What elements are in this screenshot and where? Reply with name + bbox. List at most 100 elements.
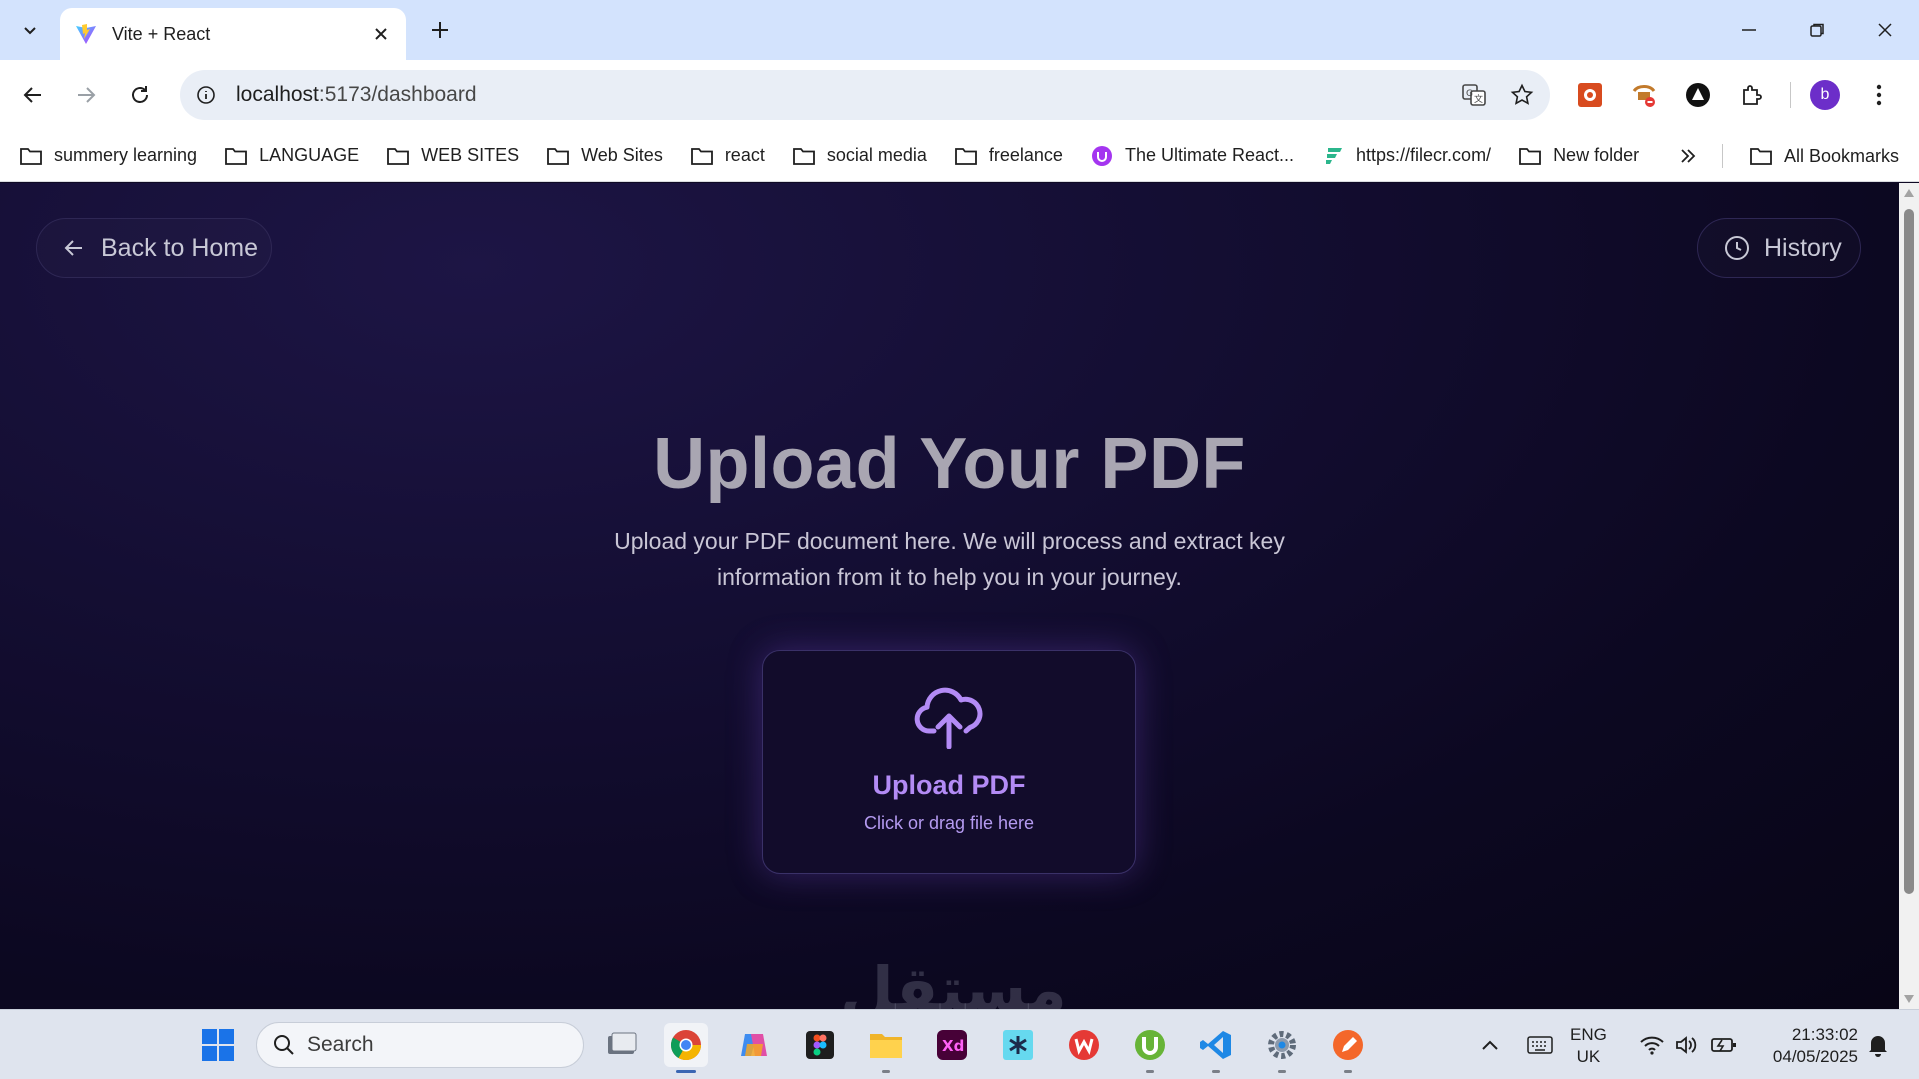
upload-pdf-dropzone[interactable]: Upload PDF Click or drag file here xyxy=(762,650,1136,874)
start-button[interactable] xyxy=(196,1023,240,1067)
app-asterisk-taskbar-icon[interactable] xyxy=(996,1023,1040,1067)
bookmark-star-icon[interactable] xyxy=(1502,75,1542,115)
bookmark-item[interactable]: LANGUAGE xyxy=(223,145,359,167)
utorrent-taskbar-icon[interactable] xyxy=(1128,1023,1172,1073)
browser-menu-button[interactable] xyxy=(1859,75,1899,115)
bookmark-label: react xyxy=(724,145,765,165)
cloud-upload-icon xyxy=(914,687,984,754)
taskbar-clock[interactable]: 21:33:02 04/05/2025 xyxy=(1760,1024,1858,1068)
bookmark-label: https://filecr.com/ xyxy=(1356,145,1492,165)
extensions-puzzle-icon[interactable] xyxy=(1732,75,1772,115)
wps-office-taskbar-icon[interactable] xyxy=(1062,1023,1106,1067)
copilot-taskbar-icon[interactable] xyxy=(732,1023,776,1067)
running-indicator xyxy=(1146,1070,1154,1073)
task-view-icon[interactable] xyxy=(600,1023,644,1067)
bookmark-item[interactable]: https://filecr.com/ xyxy=(1320,145,1491,167)
back-to-home-button[interactable]: Back to Home xyxy=(36,218,272,278)
bookmark-label: The Ultimate React... xyxy=(1124,145,1295,165)
language-indicator[interactable]: ENG UK xyxy=(1570,1024,1607,1068)
settings-taskbar-icon[interactable] xyxy=(1260,1023,1304,1073)
browser-toolbar: localhost:5173/dashboard G文 b xyxy=(0,60,1919,130)
extensions-area: b xyxy=(1570,75,1913,115)
language-line-1: ENG xyxy=(1570,1025,1607,1044)
extension-3-icon[interactable] xyxy=(1678,75,1718,115)
bookmark-label: WEB SITES xyxy=(421,145,520,165)
battery-icon[interactable] xyxy=(1702,1023,1746,1067)
restore-button[interactable] xyxy=(1783,0,1851,60)
svg-text:G: G xyxy=(1466,89,1473,99)
folder-icon xyxy=(385,145,411,167)
tab-strip: Vite + React xyxy=(0,0,1919,60)
notification-bell-icon[interactable] xyxy=(1856,1023,1900,1067)
bookmark-item[interactable]: New folder xyxy=(1517,145,1639,167)
filecr-icon xyxy=(1320,145,1346,167)
adobe-xd-taskbar-icon[interactable]: Xd xyxy=(930,1023,974,1067)
folder-icon xyxy=(1517,145,1543,167)
upload-pdf-hint: Click or drag file here xyxy=(863,813,1035,833)
address-bar[interactable]: localhost:5173/dashboard G文 xyxy=(180,70,1550,120)
bookmark-item[interactable]: freelance xyxy=(953,145,1063,167)
pen-app-taskbar-icon[interactable] xyxy=(1326,1023,1370,1073)
new-tab-button[interactable] xyxy=(424,14,456,46)
clock-time: 21:33:02 xyxy=(1791,1025,1858,1044)
close-window-button[interactable] xyxy=(1851,0,1919,60)
bookmarks-overflow-button[interactable] xyxy=(1672,142,1704,170)
windows-taskbar: Search Xd ENG UK 21:33:02 04/05/2025 xyxy=(0,1009,1919,1079)
clock-date: 04/05/2025 xyxy=(1772,1047,1858,1066)
profile-initial: b xyxy=(1810,80,1840,110)
bookmark-item[interactable]: summery learning xyxy=(18,145,197,167)
figma-taskbar-icon[interactable] xyxy=(798,1023,842,1067)
svg-text:文: 文 xyxy=(1474,93,1483,105)
taskbar-search[interactable]: Search xyxy=(256,1022,584,1068)
back-nav-button[interactable] xyxy=(13,75,53,115)
running-indicator xyxy=(1212,1070,1220,1073)
vscode-taskbar-icon[interactable] xyxy=(1194,1023,1238,1073)
bookmark-item[interactable]: Web Sites xyxy=(545,145,663,167)
scroll-down-arrow[interactable] xyxy=(1904,995,1914,1003)
extension-2-icon[interactable] xyxy=(1624,75,1664,115)
history-button[interactable]: History xyxy=(1697,218,1861,278)
extension-1-icon[interactable] xyxy=(1570,75,1610,115)
page-viewport: Back to Home History Upload Your PDF Upl… xyxy=(0,183,1899,1009)
keyboard-icon[interactable] xyxy=(1518,1023,1562,1067)
folder-icon xyxy=(18,145,44,167)
scroll-up-arrow[interactable] xyxy=(1904,189,1914,197)
search-icon xyxy=(274,1035,294,1055)
reload-button[interactable] xyxy=(120,75,160,115)
file-explorer-taskbar-icon[interactable] xyxy=(864,1023,908,1073)
folder-icon xyxy=(545,145,571,167)
browser-tab[interactable]: Vite + React xyxy=(60,8,406,60)
bookmark-item[interactable]: The Ultimate React... xyxy=(1089,145,1294,167)
bookmarks-separator xyxy=(1722,144,1723,168)
folder-icon xyxy=(791,145,817,167)
profile-avatar[interactable]: b xyxy=(1805,75,1845,115)
translate-icon[interactable]: G文 xyxy=(1454,75,1494,115)
tab-search-button[interactable] xyxy=(10,12,50,48)
show-hidden-icons-button[interactable] xyxy=(1468,1023,1512,1067)
bookmark-label: summery learning xyxy=(54,145,198,165)
forward-nav-button[interactable] xyxy=(66,75,106,115)
page-scrollbar[interactable] xyxy=(1899,183,1919,1009)
bookmark-item[interactable]: WEB SITES xyxy=(385,145,519,167)
bookmark-label: LANGUAGE xyxy=(259,145,360,165)
all-bookmarks-button[interactable]: All Bookmarks xyxy=(1748,130,1899,182)
toolbar-separator xyxy=(1790,82,1791,108)
back-to-home-label: Back to Home xyxy=(101,233,259,262)
tab-close-button[interactable] xyxy=(368,21,394,47)
history-label: History xyxy=(1764,233,1842,262)
all-bookmarks-label: All Bookmarks xyxy=(1784,145,1900,166)
bookmark-item[interactable]: social media xyxy=(791,145,927,167)
reload-icon xyxy=(132,86,148,103)
arrow-left-icon xyxy=(63,237,85,259)
minimize-button[interactable] xyxy=(1715,0,1783,60)
scrollbar-thumb[interactable] xyxy=(1904,209,1914,894)
bookmark-item[interactable]: react xyxy=(689,145,765,167)
double-chevron-right-icon xyxy=(1681,149,1696,163)
chrome-taskbar-icon[interactable] xyxy=(664,1023,708,1073)
site-info-icon[interactable] xyxy=(186,75,226,115)
chevron-down-icon xyxy=(24,27,36,35)
url-text: localhost:5173/dashboard xyxy=(236,83,1454,107)
bookmark-label: social media xyxy=(826,145,927,165)
minimize-icon xyxy=(1742,29,1756,31)
arrow-left-icon xyxy=(23,87,41,103)
